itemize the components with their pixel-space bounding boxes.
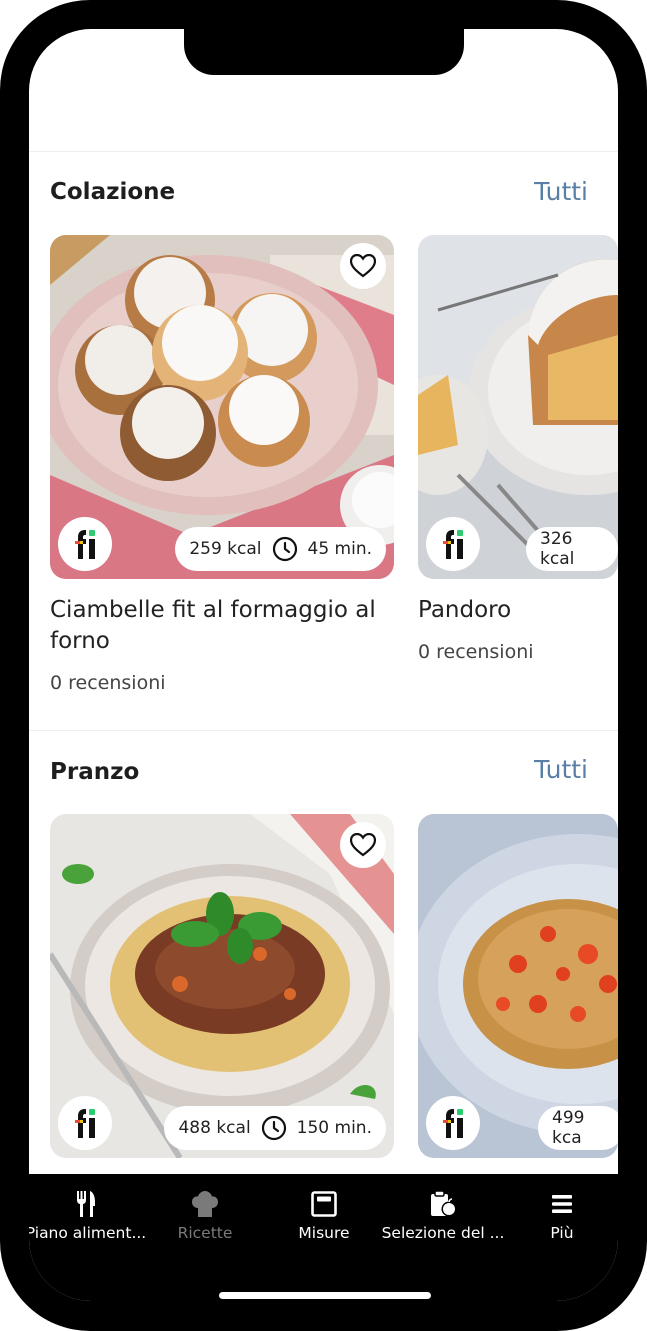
tab-label: Piano aliment... xyxy=(29,1224,147,1242)
kcal-value: 326 kcal xyxy=(540,529,575,569)
kcal-value: 259 kcal xyxy=(189,539,262,559)
fork-knife-icon xyxy=(77,1191,95,1217)
fi-logo-icon xyxy=(75,1109,95,1138)
clock-icon xyxy=(261,1115,286,1141)
tab-piano-alimentare[interactable]: Piano aliment... xyxy=(29,1190,151,1242)
favorite-button[interactable] xyxy=(340,822,386,868)
tab-label: Selezione del ... xyxy=(381,1224,505,1242)
tab-label: Più xyxy=(550,1224,574,1242)
see-all-colazione-link[interactable]: Tutti xyxy=(534,177,588,206)
kcal-value: 499 kca xyxy=(552,1108,585,1148)
bottom-tab-bar: Piano aliment... Ricette Misure Selezion… xyxy=(29,1174,618,1301)
tab-piu[interactable]: Più xyxy=(497,1190,618,1242)
tab-ricette[interactable]: Ricette xyxy=(140,1190,270,1242)
recipe-reviews: 0 recensioni xyxy=(50,672,166,694)
time-value: 45 min. xyxy=(307,539,373,559)
recipe-info-pill: 488 kcal 150 min. xyxy=(164,1106,386,1150)
recipe-info-pill: 326 kcal xyxy=(526,527,618,571)
time-value: 150 min. xyxy=(296,1118,372,1138)
phone-frame: Colazione Tutti 259 kcal 45 min. Ciambel… xyxy=(0,0,647,1331)
recipe-info-pill: 259 kcal 45 min. xyxy=(175,527,386,571)
chef-hat-icon xyxy=(192,1191,218,1217)
heart-icon xyxy=(350,833,376,857)
recipe-reviews: 0 recensioni xyxy=(418,641,534,663)
recipe-card-fusilli[interactable]: 499 kca xyxy=(418,814,618,1158)
recipe-title[interactable]: Ciambelle fit al formaggio al forno xyxy=(50,595,390,657)
recipe-info-pill: 499 kca xyxy=(538,1106,618,1150)
app-screen: Colazione Tutti 259 kcal 45 min. Ciambel… xyxy=(29,29,618,1301)
fi-logo-badge xyxy=(426,517,480,571)
fi-logo-icon xyxy=(443,1109,463,1138)
tab-misure[interactable]: Misure xyxy=(259,1190,389,1242)
home-indicator[interactable] xyxy=(219,1292,431,1299)
recipe-card-pandoro[interactable]: 326 kcal xyxy=(418,235,618,579)
fi-logo-badge xyxy=(58,517,112,571)
recipe-title[interactable]: Pandoro xyxy=(418,595,608,626)
tab-label: Misure xyxy=(298,1224,350,1242)
see-all-pranzo-link[interactable]: Tutti xyxy=(534,755,588,784)
fi-logo-icon xyxy=(75,530,95,559)
menu-icon xyxy=(552,1195,572,1213)
fi-logo-badge xyxy=(58,1096,112,1150)
heart-icon xyxy=(350,254,376,278)
scale-icon xyxy=(311,1191,337,1217)
tab-selezione[interactable]: Selezione del ... xyxy=(378,1190,508,1242)
tab-label: Ricette xyxy=(177,1224,233,1242)
header-divider xyxy=(29,151,618,152)
section-title-colazione: Colazione xyxy=(50,179,176,205)
section-divider xyxy=(29,730,618,731)
kcal-value: 488 kcal xyxy=(178,1118,251,1138)
section-title-pranzo: Pranzo xyxy=(50,759,140,785)
device-notch xyxy=(184,29,464,75)
fi-logo-badge xyxy=(426,1096,480,1150)
favorite-button[interactable] xyxy=(340,243,386,289)
recipe-card-ciambelle[interactable]: 259 kcal 45 min. xyxy=(50,235,394,579)
recipe-card-spaghetti[interactable]: 488 kcal 150 min. xyxy=(50,814,394,1158)
fi-logo-icon xyxy=(443,530,463,559)
clipboard-apple-icon xyxy=(431,1190,457,1217)
clock-icon xyxy=(272,536,297,562)
